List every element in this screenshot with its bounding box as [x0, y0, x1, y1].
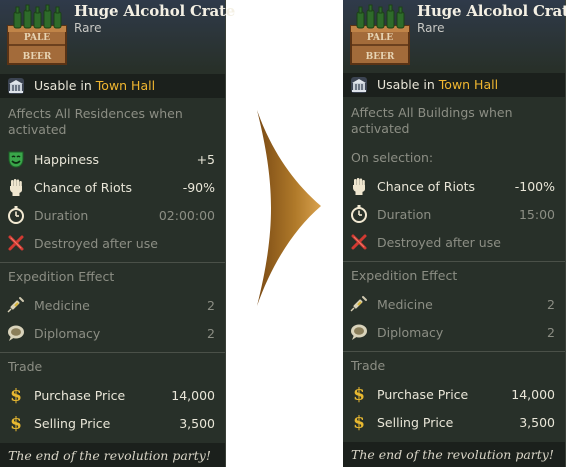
cross-icon [6, 233, 26, 253]
effect-row-riots: Chance of Riots -100% [343, 174, 565, 198]
expedition-label: Medicine [377, 296, 433, 312]
fist-icon [6, 177, 26, 197]
svg-text:PALE: PALE [24, 33, 50, 43]
trade-label: Purchase Price [34, 387, 126, 403]
expedition-value: 2 [207, 325, 215, 341]
expedition-row-diplomacy: Diplomacy 2 [0, 321, 225, 345]
effect-row-duration: Duration 15:00 [343, 202, 565, 226]
expedition-label: Medicine [34, 297, 90, 313]
mask-icon [6, 149, 26, 169]
arrow-right-icon [257, 110, 321, 306]
expedition-row-medicine: Medicine 2 [343, 292, 565, 316]
speech-bubble-icon [349, 322, 369, 342]
syringe-icon [349, 294, 369, 314]
effect-label: Duration [377, 206, 432, 222]
effect-row-riots: Chance of Riots -90% [0, 175, 225, 199]
effect-label: Duration [34, 207, 89, 223]
town-hall-icon [349, 75, 369, 95]
expedition-label: Diplomacy [377, 324, 444, 340]
trade-section-title: Trade [351, 358, 386, 373]
divider [343, 261, 565, 262]
usable-place: Town Hall [438, 77, 499, 92]
item-title: Huge Alcohol Crate [74, 2, 236, 20]
trade-row-selling: Selling Price 3,500 [343, 410, 565, 434]
item-title: Huge Alcohol Crate [417, 2, 566, 20]
trade-label: Selling Price [34, 415, 111, 431]
svg-text:BEER: BEER [23, 52, 52, 62]
dollar-icon [349, 384, 369, 404]
effect-label: Chance of Riots [34, 179, 133, 195]
dollar-icon [6, 413, 26, 433]
expedition-row-diplomacy: Diplomacy 2 [343, 320, 565, 344]
effect-row-happiness: Happiness +5 [0, 147, 225, 171]
effect-value: +5 [196, 151, 215, 167]
stopwatch-icon [6, 205, 26, 225]
speech-bubble-icon [6, 323, 26, 343]
trade-section-title: Trade [8, 359, 43, 374]
town-hall-icon [6, 76, 26, 96]
trade-value: 14,000 [171, 387, 215, 403]
item-tooltip-before: PALE BEER Huge Alcohol Crate Rare Usable… [0, 0, 235, 467]
fist-icon [349, 176, 369, 196]
cross-icon [349, 232, 369, 252]
trade-value: 3,500 [179, 415, 215, 431]
svg-text:PALE: PALE [367, 33, 393, 43]
usable-place: Town Hall [95, 78, 156, 93]
effect-value: 02:00:00 [158, 207, 215, 223]
alcohol-crate-icon: PALE BEER [6, 4, 68, 66]
item-description: Affects All Residences when activated [8, 106, 183, 137]
usable-in-row: Usable in Town Hall [0, 74, 225, 98]
expedition-section-title: Expedition Effect [8, 269, 115, 284]
trade-value: 3,500 [519, 414, 555, 430]
tooltip-header: PALE BEER Huge Alcohol Crate Rare [343, 0, 566, 70]
divider [0, 262, 225, 263]
divider [0, 352, 225, 353]
on-selection-label: On selection: [351, 150, 434, 165]
trade-value: 14,000 [511, 386, 555, 402]
usable-in-row: Usable in Town Hall [343, 73, 565, 97]
alcohol-crate-icon: PALE BEER [349, 4, 411, 66]
effect-row-destroyed: Destroyed after use [0, 231, 225, 255]
expedition-value: 2 [547, 296, 555, 312]
item-rarity: Rare [417, 21, 445, 35]
item-tooltip-after: PALE BEER Huge Alcohol Crate Rare Usable… [343, 0, 566, 467]
flavor-text: The end of the revolution party! [343, 442, 565, 467]
expedition-row-medicine: Medicine 2 [0, 293, 225, 317]
stopwatch-icon [349, 204, 369, 224]
syringe-icon [6, 295, 26, 315]
dollar-icon [349, 412, 369, 432]
effect-label: Destroyed after use [377, 234, 501, 250]
dollar-icon [6, 385, 26, 405]
effect-value: 15:00 [518, 206, 555, 222]
expedition-value: 2 [207, 297, 215, 313]
item-description: Affects All Buildings when activated [351, 105, 513, 136]
trade-row-purchase: Purchase Price 14,000 [0, 383, 225, 407]
trade-row-selling: Selling Price 3,500 [0, 411, 225, 435]
expedition-section-title: Expedition Effect [351, 268, 458, 283]
usable-prefix: Usable in [34, 78, 92, 93]
effect-label: Happiness [34, 151, 100, 167]
effect-value: -100% [514, 178, 555, 194]
effect-label: Chance of Riots [377, 178, 476, 194]
tooltip-header: PALE BEER Huge Alcohol Crate Rare [0, 0, 235, 70]
trade-label: Selling Price [377, 414, 454, 430]
expedition-value: 2 [547, 324, 555, 340]
trade-label: Purchase Price [377, 386, 469, 402]
usable-prefix: Usable in [377, 77, 435, 92]
item-rarity: Rare [74, 21, 102, 35]
trade-row-purchase: Purchase Price 14,000 [343, 382, 565, 406]
effect-label: Destroyed after use [34, 235, 158, 251]
svg-text:BEER: BEER [366, 52, 395, 62]
effect-row-destroyed: Destroyed after use [343, 230, 565, 254]
expedition-label: Diplomacy [34, 325, 101, 341]
divider [343, 351, 565, 352]
effect-value: -90% [182, 179, 215, 195]
effect-row-duration: Duration 02:00:00 [0, 203, 225, 227]
flavor-text: The end of the revolution party! [0, 443, 225, 467]
